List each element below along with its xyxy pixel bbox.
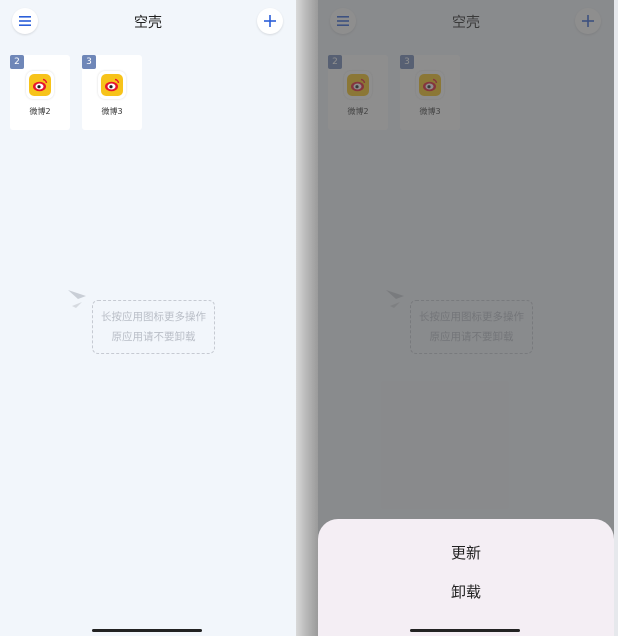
hint-line-2: 原应用请不要卸载	[111, 331, 196, 343]
app-label: 微博2	[29, 107, 51, 116]
home-indicator	[410, 629, 520, 632]
pointer-arrow-icon	[68, 290, 86, 308]
clone-badge: 2	[10, 55, 24, 69]
app-card-weibo3[interactable]: 3 微博3	[82, 55, 142, 130]
uninstall-action[interactable]: 卸载	[318, 581, 614, 602]
app-screen-left: 空壳 2 微博2 3 微博3 长按应用图标更多操作 原应用请不要卸载	[0, 0, 296, 636]
update-action[interactable]: 更新	[318, 542, 614, 563]
add-button[interactable]	[257, 8, 283, 34]
usage-hint: 长按应用图标更多操作 原应用请不要卸载	[92, 300, 215, 354]
weibo-icon	[101, 74, 123, 96]
plus-icon	[264, 15, 276, 27]
clone-badge: 3	[82, 55, 96, 69]
app-label: 微博3	[101, 107, 123, 116]
weibo-icon	[29, 74, 51, 96]
app-card-weibo2[interactable]: 2 微博2	[10, 55, 70, 130]
hint-line-1: 长按应用图标更多操作	[101, 311, 206, 323]
screen-divider	[296, 0, 318, 636]
app-screen-right: 空壳 2 微博2 3	[318, 0, 614, 636]
action-sheet: 更新 卸载	[318, 519, 614, 636]
home-indicator	[92, 629, 202, 632]
page-title: 空壳	[134, 15, 162, 31]
